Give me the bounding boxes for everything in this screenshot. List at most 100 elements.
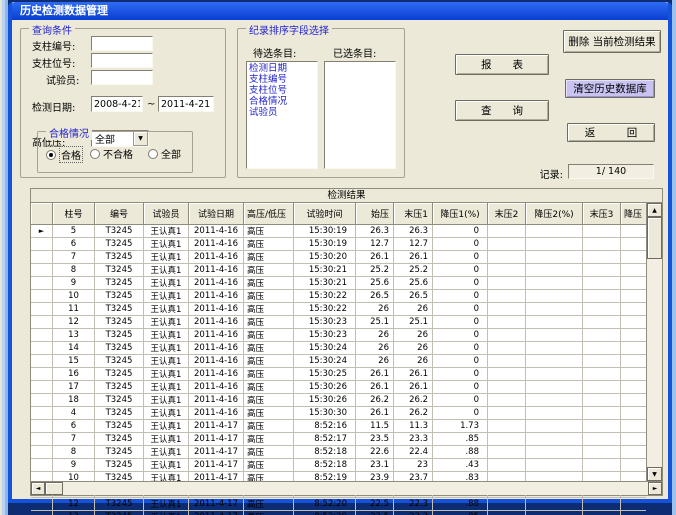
pillar-no-input[interactable] — [91, 36, 153, 51]
qualified-radio-option[interactable]: 合格 — [46, 146, 83, 163]
row-selector[interactable] — [31, 381, 53, 393]
table-row[interactable]: 6T3245王认真12011-4-16高压15:30:1912.712.70 — [31, 238, 646, 251]
table-row[interactable]: ►5T3245王认真12011-4-16高压15:30:1926.326.30 — [31, 225, 646, 238]
qualified-radio-option[interactable]: 不合格 — [90, 146, 133, 161]
column-header[interactable]: 降压2(%) — [526, 203, 583, 225]
table-row[interactable]: 12T3245王认真12011-4-17高压8:52:2022.522.3.88 — [31, 498, 646, 511]
row-selector[interactable] — [31, 394, 53, 406]
table-cell: 高压 — [244, 446, 294, 458]
scroll-left-icon[interactable]: ◄ — [31, 482, 45, 495]
row-selector[interactable] — [31, 342, 53, 354]
table-cell: 0 — [433, 225, 488, 237]
column-header[interactable]: 试验员 — [144, 203, 189, 225]
table-row[interactable]: 7T3245王认真12011-4-16高压15:30:2026.126.10 — [31, 251, 646, 264]
row-selector[interactable] — [31, 316, 53, 328]
table-cell: 高压 — [244, 420, 294, 432]
table-cell — [583, 433, 621, 445]
column-header[interactable]: 始压 — [356, 203, 394, 225]
table-row[interactable]: 18T3245王认真12011-4-16高压15:30:2626.226.20 — [31, 394, 646, 407]
table-row[interactable]: 12T3245王认真12011-4-16高压15:30:2325.125.10 — [31, 316, 646, 329]
list-item[interactable]: 检测日期 — [249, 63, 315, 74]
clear-history-db-button[interactable]: 清空历史数据库 — [565, 79, 655, 98]
back-button[interactable]: 返 回 — [567, 123, 655, 142]
scroll-right-icon[interactable]: ► — [648, 482, 662, 495]
row-selector[interactable] — [31, 355, 53, 367]
pillar-pos-input[interactable] — [91, 53, 153, 68]
column-header[interactable]: 试验日期 — [189, 203, 244, 225]
vertical-scroll-track[interactable] — [647, 259, 662, 467]
column-header[interactable]: 编号 — [95, 203, 144, 225]
horizontal-scroll-thumb[interactable] — [45, 482, 63, 495]
column-header[interactable]: 试验时间 — [294, 203, 356, 225]
row-selector[interactable] — [31, 446, 53, 458]
selected-items-listbox[interactable] — [324, 61, 396, 169]
query-button[interactable]: 查 询 — [455, 100, 549, 121]
table-cell: 9 — [53, 277, 95, 289]
table-row[interactable]: 15T3245王认真12011-4-16高压15:30:2426260 — [31, 355, 646, 368]
table-row[interactable]: 17T3245王认真12011-4-16高压15:30:2626.126.10 — [31, 381, 646, 394]
table-row[interactable]: 8T3245王认真12011-4-16高压15:30:2125.225.20 — [31, 264, 646, 277]
row-selector[interactable] — [31, 511, 53, 515]
radio-icon[interactable] — [46, 150, 56, 160]
table-row[interactable]: 7T3245王认真12011-4-17高压8:52:1723.523.3.85 — [31, 433, 646, 446]
available-items-listbox[interactable]: 检测日期支柱编号支柱位号合格情况试验员 — [246, 61, 318, 169]
table-cell: T3245 — [95, 329, 144, 341]
table-row[interactable]: 13T3245王认真12011-4-17高压8:52:2023.523.3.85 — [31, 511, 646, 515]
table-cell: 18 — [53, 394, 95, 406]
list-item[interactable]: 支柱位号 — [249, 85, 315, 96]
table-row[interactable]: 9T3245王认真12011-4-16高压15:30:2125.625.60 — [31, 277, 646, 290]
horizontal-scrollbar[interactable]: ◄ ► — [31, 481, 662, 495]
radio-icon[interactable] — [148, 149, 158, 159]
scroll-up-icon[interactable]: ▲ — [647, 203, 662, 217]
table-cell — [621, 511, 646, 515]
column-header[interactable]: 高压/低压 — [244, 203, 294, 225]
current-row-marker-icon[interactable]: ► — [31, 225, 53, 237]
qualified-radio-option[interactable]: 全部 — [148, 146, 181, 161]
delete-current-result-button[interactable]: 删除 当前检测结果 — [563, 30, 661, 53]
horizontal-scroll-track[interactable] — [63, 482, 648, 495]
row-selector[interactable] — [31, 303, 53, 315]
tester-input[interactable] — [91, 70, 153, 85]
row-selector[interactable] — [31, 329, 53, 341]
vertical-scrollbar[interactable]: ▲ ▼ — [646, 203, 662, 481]
table-cell — [621, 225, 646, 237]
table-row[interactable]: 9T3245王认真12011-4-17高压8:52:1823.123.43 — [31, 459, 646, 472]
row-selector[interactable] — [31, 420, 53, 432]
report-button[interactable]: 报 表 — [455, 54, 549, 75]
column-header[interactable]: 末压2 — [488, 203, 526, 225]
column-header[interactable]: 末压1 — [394, 203, 433, 225]
list-item[interactable]: 支柱编号 — [249, 74, 315, 85]
list-item[interactable]: 试验员 — [249, 107, 315, 118]
column-header[interactable]: 末压3 — [583, 203, 621, 225]
radio-icon[interactable] — [90, 149, 100, 159]
table-row[interactable]: 10T3245王认真12011-4-16高压15:30:2226.526.50 — [31, 290, 646, 303]
row-selector[interactable] — [31, 277, 53, 289]
row-selector[interactable] — [31, 238, 53, 250]
row-selector[interactable] — [31, 459, 53, 471]
row-selector[interactable] — [31, 251, 53, 263]
table-row[interactable]: 14T3245王认真12011-4-16高压15:30:2426260 — [31, 342, 646, 355]
date-from-input[interactable] — [91, 96, 143, 112]
row-selector[interactable] — [31, 290, 53, 302]
table-row[interactable]: 11T3245王认真12011-4-16高压15:30:2226260 — [31, 303, 646, 316]
date-to-input[interactable] — [158, 96, 214, 112]
sort-field-group: 纪录排序字段选择 待选条目: 已选条目: 检测日期支柱编号支柱位号合格情况试验员 — [237, 28, 405, 178]
table-row[interactable]: 13T3245王认真12011-4-16高压15:30:2326260 — [31, 329, 646, 342]
row-selector[interactable] — [31, 407, 53, 419]
scroll-down-icon[interactable]: ▼ — [647, 467, 662, 481]
list-item[interactable]: 合格情况 — [249, 96, 315, 107]
table-cell: 2011-4-16 — [189, 407, 244, 419]
row-selector[interactable] — [31, 498, 53, 510]
row-selector[interactable] — [31, 368, 53, 380]
table-row[interactable]: 6T3245王认真12011-4-17高压8:52:1611.511.31.73 — [31, 420, 646, 433]
column-header[interactable]: 柱号 — [53, 203, 95, 225]
table-row[interactable]: 16T3245王认真12011-4-16高压15:30:2526.126.10 — [31, 368, 646, 381]
table-row[interactable]: 4T3245王认真12011-4-16高压15:30:3026.126.20 — [31, 407, 646, 420]
vertical-scroll-thumb[interactable] — [647, 217, 662, 259]
row-selector[interactable] — [31, 433, 53, 445]
column-header[interactable]: 降压1(%) — [433, 203, 488, 225]
window-titlebar[interactable]: 历史检测数据管理 — [12, 2, 668, 20]
table-row[interactable]: 8T3245王认真12011-4-17高压8:52:1822.622.4.88 — [31, 446, 646, 459]
column-header[interactable]: 降压 — [621, 203, 646, 225]
row-selector[interactable] — [31, 264, 53, 276]
